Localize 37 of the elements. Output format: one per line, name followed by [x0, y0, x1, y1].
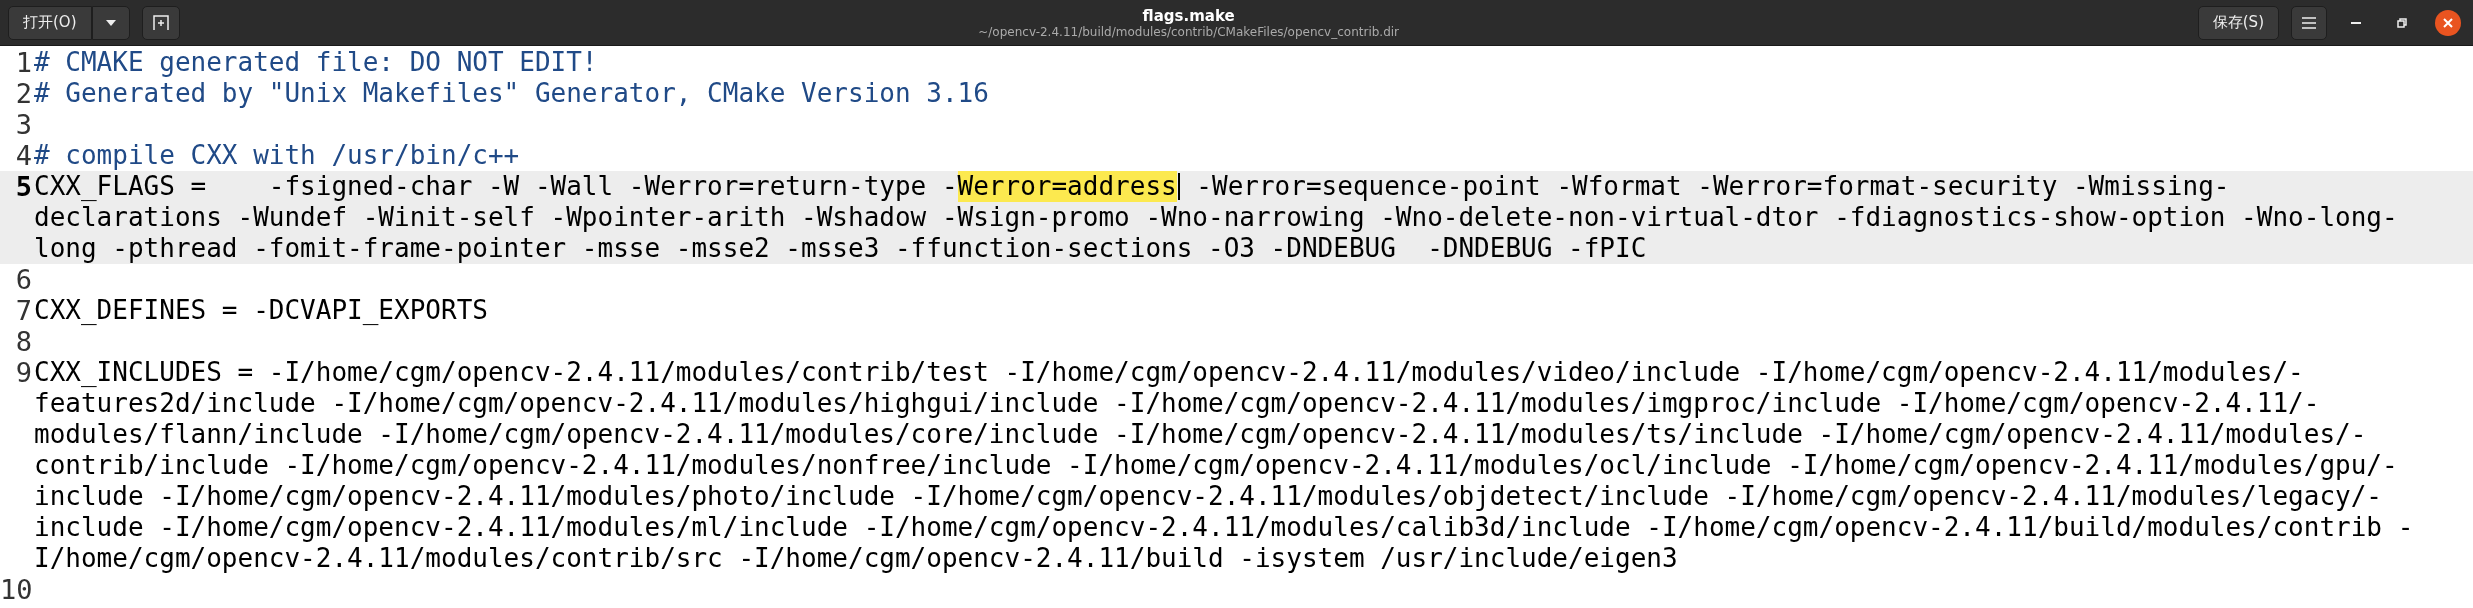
line-number: 2	[14, 78, 33, 109]
code-text: modules/flann/include -I/home/cgm/opencv-2.4.11/modules/core/include -I/home/cgm/opencv-2.4.11/modules/ts/include -I/home/cgm/opencv-2.4.11/modules/-	[34, 419, 2367, 450]
code-text: CXX_FLAGS = -fsigned-char -W -Wall -Werror=return-type -	[34, 171, 958, 202]
code-text: -Werror=sequence-point -Wformat -Werror=format-security -Wmissing-	[1195, 171, 2230, 202]
line-number: 1	[14, 47, 33, 78]
code-text: contrib/include -I/home/cgm/opencv-2.4.11/modules/nonfree/include -I/home/cgm/opencv-2.4.11/modules/ocl/include -I/home/cgm/opencv-2.4.11/modules/gpu/-	[34, 450, 2398, 481]
code-text: long -pthread -fomit-frame-pointer -msse -msse2 -msse3 -ffunction-sections -O3 -DNDEBUG -DNDEBUG -fPIC	[34, 233, 1647, 264]
code-text: features2d/include -I/home/cgm/opencv-2.4.11/modules/highgui/include -I/home/cgm/opencv-2.4.11/modules/imgproc/include -I/home/cgm/opencv-2.4.11/-	[34, 388, 2320, 419]
new-tab-icon	[152, 14, 169, 31]
menu-icon	[2302, 16, 2316, 29]
code-text: CXX_INCLUDES = -I/home/cgm/opencv-2.4.11/modules/contrib/test -I/home/cgm/opencv-2.4.11/modules/video/include -I/home/cgm/opencv-2.4.11/modules/-	[34, 357, 2304, 388]
open-dropdown-button[interactable]	[91, 5, 130, 40]
code-text: CXX_DEFINES = -DCVAPI_EXPORTS	[34, 295, 488, 326]
menu-button[interactable]	[2291, 5, 2327, 40]
restore-icon	[2397, 17, 2407, 28]
code-text: include -I/home/cgm/opencv-2.4.11/modules/photo/include -I/home/cgm/opencv-2.4.11/modules/objdetect/include -I/home/cgm/opencv-2.4.11/modules/legacy/-	[34, 481, 2382, 512]
line-number: 6	[14, 264, 33, 295]
line-number: 4	[14, 140, 33, 171]
code-text: declarations -Wundef -Winit-self -Wpointer-arith -Wshadow -Wsign-promo -Wno-narrowing -Wno-delete-non-virtual-dtor -fdiagnostics-show-option -Wno-long-	[34, 202, 2398, 233]
comment-text: # compile CXX with /usr/bin/c++	[34, 140, 520, 171]
comment-text: # CMAKE generated file: DO NOT EDIT!	[34, 47, 598, 78]
code-text: I/home/cgm/opencv-2.4.11/modules/contrib/src -I/home/cgm/opencv-2.4.11/build -isystem /usr/include/eigen3	[34, 543, 1678, 574]
line-number: 7	[14, 295, 33, 326]
line-number: 8	[14, 326, 33, 357]
line-number: 9	[14, 357, 33, 390]
comment-text: # Generated by "Unix Makefiles" Generator, CMake Version 3.16	[34, 78, 989, 109]
open-button[interactable]: 打开(O)	[8, 5, 92, 40]
line-number: 10	[0, 574, 34, 605]
save-button[interactable]: 保存(S)	[2197, 5, 2279, 40]
line-number: 5	[14, 171, 33, 204]
new-tab-button[interactable]	[141, 5, 180, 40]
line-number: 3	[14, 109, 33, 140]
code-text: include -I/home/cgm/opencv-2.4.11/modules/ml/include -I/home/cgm/opencv-2.4.11/modules/calib3d/include -I/home/cgm/opencv-2.4.11/build/modules/contrib -	[34, 512, 2414, 543]
file-path: ~/opencv-2.4.11/build/modules/contrib/CMakeFiles/opencv_contrib.dir	[978, 24, 1400, 39]
window-title: flags.make	[1142, 6, 1235, 25]
caret-icon	[104, 18, 117, 27]
close-icon	[2435, 9, 2461, 36]
